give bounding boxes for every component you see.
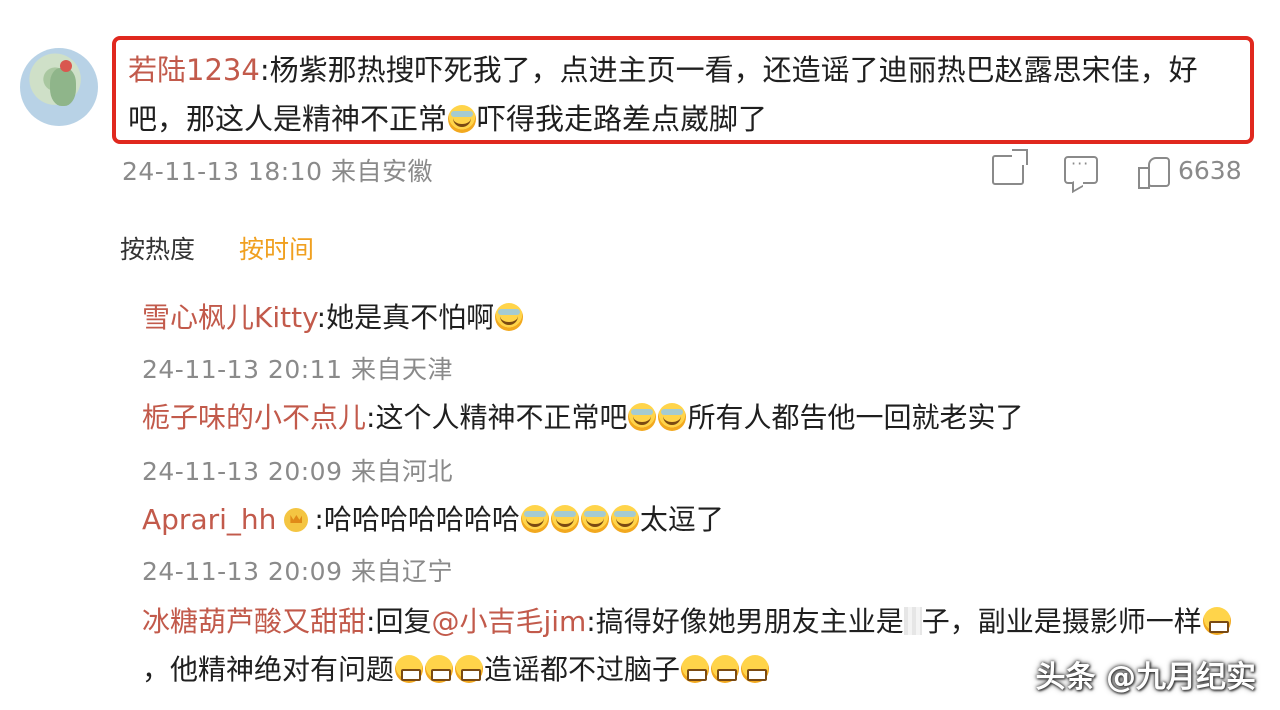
reply-text: ，他精神绝对有问题 [142, 653, 395, 686]
sort-by-hot-tab[interactable]: 按热度 [120, 230, 195, 266]
laugh-emoji-icon [495, 303, 524, 331]
reply-text: :回复 [366, 605, 432, 638]
reply-meta: 24-11-13 20:09 来自河北 [142, 452, 453, 488]
watermark: 头条 @九月纪实 [1035, 660, 1256, 695]
comment-icon [1064, 154, 1098, 184]
reply-item: Aprari_hh :哈哈哈哈哈哈哈 太逗了 [142, 500, 724, 540]
reply-text: :这个人精神不正常吧 [366, 401, 628, 434]
share-icon [992, 149, 1028, 185]
grin-emoji-icon [395, 655, 424, 683]
main-comment-timestamp: 24-11-13 18:10 [122, 157, 323, 186]
avatar-bird-image [50, 68, 76, 106]
reply-text-end: 太逗了 [639, 503, 724, 536]
reply-timestamp: 24-11-13 20:09 [142, 457, 343, 486]
reply-username[interactable]: 栀子味的小不点儿 [142, 401, 366, 434]
grin-emoji-icon [711, 655, 740, 683]
main-comment-text-end: 吓得我走路差点崴脚了 [477, 102, 768, 136]
grin-emoji-icon [681, 655, 710, 683]
share-button[interactable] [992, 149, 1028, 190]
like-button[interactable]: 6638 [1138, 150, 1242, 190]
laugh-emoji-icon [520, 505, 549, 533]
reply-text: :搞得好像她男朋友主业是 [586, 605, 904, 638]
like-icon [1138, 155, 1170, 189]
main-comment-username[interactable]: 若陆1234 [128, 53, 260, 87]
reply-location: 来自天津 [350, 355, 453, 384]
laugh-emoji-icon [658, 403, 687, 431]
reply-mention-link[interactable]: @小吉毛jim [431, 605, 586, 638]
reply-location: 来自辽宁 [350, 557, 453, 586]
grin-emoji-icon [1202, 607, 1231, 635]
reply-text-end: 所有人都告他一回就老实了 [687, 401, 1024, 434]
sort-bar: 按热度 按时间 [120, 230, 314, 266]
main-comment-location: 来自安徽 [330, 157, 433, 186]
reply-item: 栀子味的小不点儿:这个人精神不正常吧 所有人都告他一回就老实了 [142, 398, 1023, 438]
crown-badge-icon [284, 508, 309, 532]
main-comment: 若陆1234:杨紫那热搜吓死我了，点进主页一看，还造谣了迪丽热巴赵露思宋佳，好吧… [128, 46, 1238, 144]
reply-username[interactable]: Aprari_hh [142, 503, 276, 536]
like-count: 6638 [1178, 155, 1242, 185]
reply-username[interactable]: 冰糖葫芦酸又甜甜 [142, 605, 366, 638]
reply-timestamp: 24-11-13 20:11 [142, 355, 343, 384]
censored-mosaic [903, 607, 922, 635]
laugh-emoji-icon [628, 403, 657, 431]
reply-text: :哈哈哈哈哈哈哈 [314, 503, 520, 536]
reply-text: 子，副业是摄影师一样 [921, 605, 1202, 638]
laugh-emoji-icon [448, 105, 477, 133]
main-comment-meta: 24-11-13 18:10 来自安徽 [122, 152, 433, 188]
reply-text: 造谣都不过脑子 [484, 653, 681, 686]
reply-username[interactable]: 雪心枫儿Kitty [142, 301, 317, 334]
laugh-emoji-icon [610, 505, 639, 533]
grin-emoji-icon [455, 655, 484, 683]
grin-emoji-icon [425, 655, 454, 683]
grin-emoji-icon [741, 655, 770, 683]
reply-location: 来自河北 [350, 457, 453, 486]
sort-by-time-tab[interactable]: 按时间 [239, 230, 314, 266]
comment-button[interactable] [1064, 150, 1098, 190]
reply-item: 雪心枫儿Kitty:她是真不怕啊 [142, 298, 524, 338]
avatar-crest-image [60, 60, 72, 72]
laugh-emoji-icon [550, 505, 579, 533]
reply-timestamp: 24-11-13 20:09 [142, 557, 343, 586]
reply-meta: 24-11-13 20:09 来自辽宁 [142, 552, 453, 588]
avatar[interactable] [20, 48, 98, 126]
reply-meta: 24-11-13 20:11 来自天津 [142, 350, 453, 386]
laugh-emoji-icon [580, 505, 609, 533]
reply-text: :她是真不怕啊 [316, 301, 495, 334]
